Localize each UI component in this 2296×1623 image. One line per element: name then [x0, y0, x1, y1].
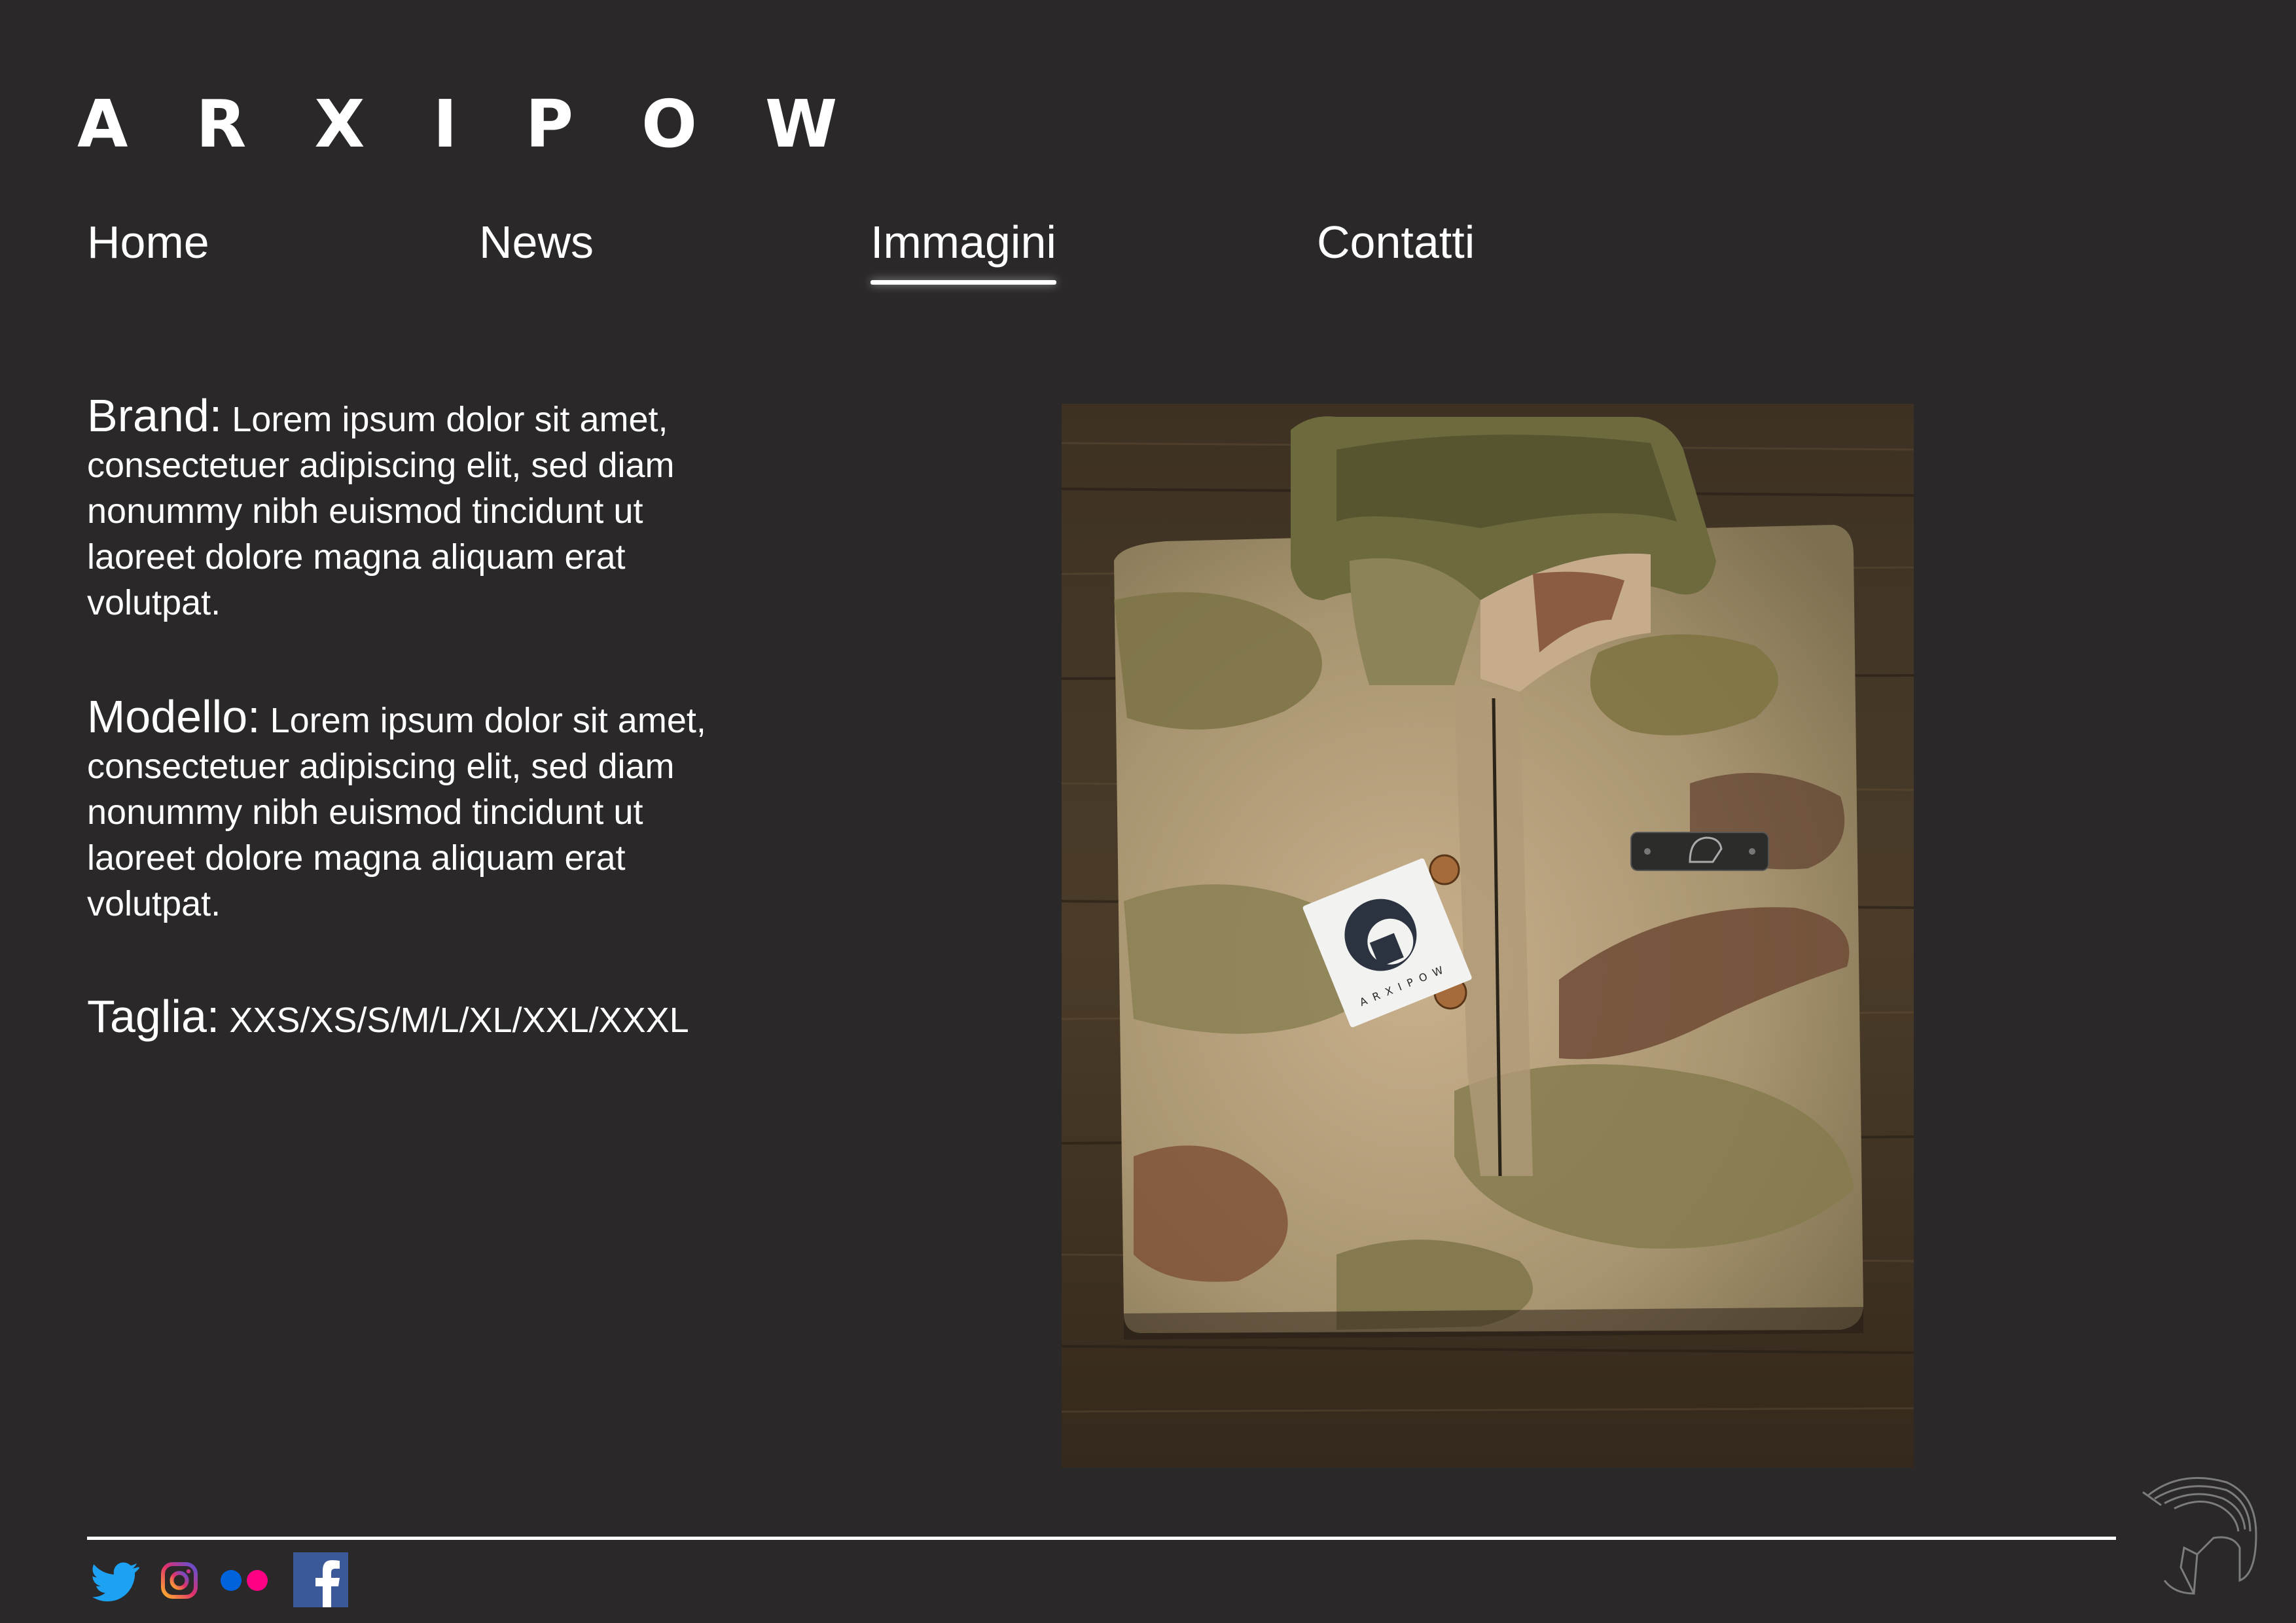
main-nav: Home News Immagini Contatti	[0, 213, 2296, 291]
size-label: Taglia:	[87, 991, 220, 1042]
helmet-logo-icon	[2135, 1469, 2266, 1600]
facebook-icon[interactable]	[293, 1552, 348, 1609]
nav-item-contatti[interactable]: Contatti	[1317, 213, 1475, 272]
flickr-icon[interactable]	[216, 1552, 272, 1609]
nav-item-news[interactable]: News	[479, 213, 594, 272]
brand-info: Brand: Lorem ipsum dolor sit amet, conse…	[87, 393, 742, 626]
nav-item-immagini[interactable]: Immagini	[870, 213, 1056, 285]
brand-logo[interactable]: ARXIPOW	[77, 92, 905, 157]
size-info: Taglia: XXS/XS/S/M/L/XL/XXL/XXXL	[87, 993, 742, 1043]
chest-badge	[1630, 832, 1769, 871]
brand-label: Brand:	[87, 390, 223, 441]
twitter-icon[interactable]	[90, 1552, 140, 1609]
footer-divider	[87, 1537, 2116, 1540]
nav-item-home[interactable]: Home	[87, 213, 209, 272]
product-photo[interactable]: ARXIPOW	[1062, 404, 1914, 1468]
product-photo-illustration: ARXIPOW	[1062, 404, 1914, 1468]
shirt-button	[1429, 854, 1460, 885]
size-text: XXS/XS/S/M/L/XL/XXL/XXXL	[229, 1001, 689, 1040]
model-label: Modello:	[87, 691, 260, 742]
instagram-icon[interactable]	[160, 1552, 199, 1609]
model-info: Modello: Lorem ipsum dolor sit amet, con…	[87, 694, 742, 927]
